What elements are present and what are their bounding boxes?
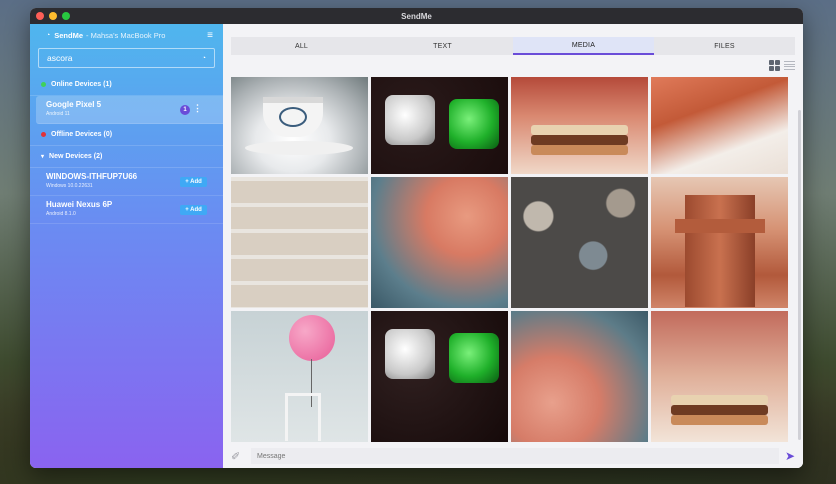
sidebar-header: ◔ SendMe - Mahsa's MacBook Pro ≡ [30,24,223,46]
list-view-icon[interactable] [784,60,795,71]
section-label: Online Devices (1) [51,81,112,88]
media-thumbnail-shoes[interactable] [231,177,368,308]
media-thumbnail-sandwich[interactable] [651,311,788,442]
minimize-window-button[interactable] [49,12,57,20]
paperclip-icon[interactable]: ✐ [231,450,245,463]
add-device-button[interactable]: + Add [180,205,207,215]
message-bar: ✐ ➤ [223,444,803,468]
device-name-field[interactable]: ascora ◔ [38,48,215,68]
this-device-label: - Mahsa's MacBook Pro [86,30,166,40]
device-item-windows[interactable]: WINDOWS-ITHFUP7U66 Windows 10.0.22631 + … [30,168,223,196]
section-new-devices[interactable]: ▾ New Devices (2) [30,146,223,168]
media-thumbnail-dice[interactable] [371,311,508,442]
device-name-value: ascora [47,53,73,63]
section-label: New Devices (2) [49,153,103,160]
add-device-button[interactable]: + Add [180,177,207,187]
tab-media[interactable]: MEDIA [513,37,654,55]
media-thumbnail-clouds[interactable] [371,177,508,308]
window-controls [36,12,70,20]
wifi-icon: ◔ [46,31,51,39]
grid-view-icon[interactable] [769,60,780,71]
media-gallery [231,77,790,443]
tab-all[interactable]: ALL [231,37,372,55]
online-status-dot [41,82,46,87]
tab-text[interactable]: TEXT [372,37,513,55]
media-thumbnail-girl[interactable] [651,77,788,174]
close-window-button[interactable] [36,12,44,20]
window-title: SendMe [401,11,432,21]
chevron-down-icon: ▾ [41,154,45,160]
offline-status-dot [41,132,46,137]
media-thumbnail-sandwich[interactable] [511,77,648,174]
media-thumbnail-tower[interactable] [651,177,788,308]
media-thumbnail-teacup[interactable] [231,77,368,174]
tab-bar: ALL TEXT MEDIA FILES [231,37,795,55]
gallery-scrollbar[interactable] [798,110,801,440]
media-thumbnail-dice[interactable] [371,77,508,174]
app-window: SendMe ◔ SendMe - Mahsa's MacBook Pro ≡ … [30,8,803,468]
main-panel: ALL TEXT MEDIA FILES ✐ Message ➤ [223,24,803,468]
view-toggle [769,60,795,71]
media-thumbnail-pebbles[interactable] [511,177,648,308]
sidebar: ◔ SendMe - Mahsa's MacBook Pro ≡ ascora … [30,24,223,468]
section-offline-devices[interactable]: Offline Devices (0) [30,124,223,146]
unread-count-badge: 1 [180,105,190,115]
section-label: Offline Devices (0) [51,131,113,138]
wifi-icon: ◔ [201,54,206,62]
tab-files[interactable]: FILES [654,37,795,55]
section-online-devices[interactable]: Online Devices (1) [30,74,223,96]
media-thumbnail-clouds[interactable] [511,311,648,442]
titlebar: SendMe [30,8,803,24]
message-input[interactable] [251,448,779,464]
more-options-icon[interactable]: ⋮ [193,103,202,114]
device-item-huawei-nexus-6p[interactable]: Huawei Nexus 6P Android 8.1.0 + Add [30,196,223,224]
device-item-google-pixel-5[interactable]: Google Pixel 5 Android 11 1 ⋮ [36,96,223,124]
send-icon[interactable]: ➤ [785,449,795,463]
hamburger-menu-icon[interactable]: ≡ [207,30,213,41]
maximize-window-button[interactable] [62,12,70,20]
media-thumbnail-balloon-chair[interactable] [231,311,368,442]
app-name: SendMe [54,30,83,40]
